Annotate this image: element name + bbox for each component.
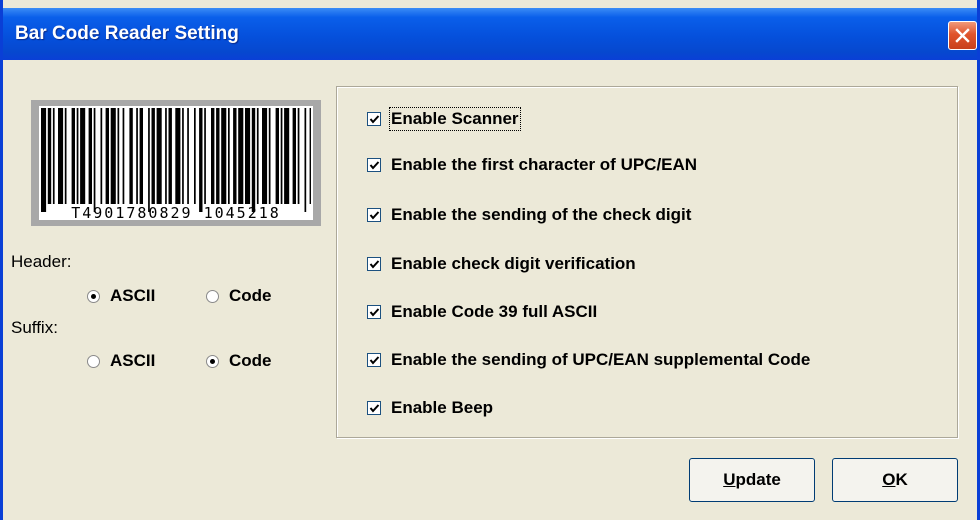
barcode-bar bbox=[245, 108, 251, 204]
header-code-radio[interactable]: Code bbox=[206, 285, 272, 307]
barcode-bar bbox=[309, 108, 311, 204]
radio-unselected-icon bbox=[206, 289, 219, 303]
suffix-label: Suffix: bbox=[11, 318, 58, 337]
window-title: Bar Code Reader Setting bbox=[15, 23, 239, 44]
checkbox-checked-icon bbox=[367, 305, 381, 319]
barcode-bar bbox=[228, 108, 230, 204]
barcode-bar bbox=[80, 108, 86, 204]
barcode-bar bbox=[194, 108, 196, 204]
options-group: Enable Scanner Enable the first characte… bbox=[336, 86, 958, 438]
close-icon bbox=[955, 28, 970, 43]
update-mnemonic: U bbox=[723, 470, 736, 489]
barcode-bar bbox=[88, 108, 92, 204]
radio-selected-icon bbox=[206, 354, 219, 368]
barcode-image: T4901780829 1045218 bbox=[31, 100, 321, 226]
enable-code39-full-ascii-label: Enable Code 39 full ASCII bbox=[391, 302, 598, 321]
title-bar[interactable]: Bar Code Reader Setting bbox=[3, 8, 977, 60]
checkbox-checked-icon bbox=[367, 401, 381, 415]
barcode-bar bbox=[304, 108, 307, 212]
checkbox-checked-icon bbox=[367, 112, 381, 126]
barcode-bar bbox=[47, 108, 52, 204]
barcode-bar bbox=[139, 108, 143, 204]
barcode-bar bbox=[136, 108, 138, 204]
barcode-bar bbox=[165, 108, 167, 204]
barcode-bar bbox=[268, 108, 271, 204]
update-label-rest: pdate bbox=[735, 470, 781, 489]
enable-check-digit-verification-label: Enable check digit verification bbox=[391, 254, 636, 273]
suffix-ascii-label: ASCII bbox=[110, 351, 156, 370]
enable-beep-checkbox[interactable]: Enable Beep bbox=[367, 396, 493, 420]
barcode-bar bbox=[76, 108, 79, 204]
enable-scanner-label: Enable Scanner bbox=[389, 107, 521, 131]
header-code-label: Code bbox=[229, 286, 272, 305]
barcode-bar bbox=[100, 108, 103, 204]
barcode-bar bbox=[221, 108, 227, 204]
barcode-number: T4901780829 1045218 bbox=[71, 204, 281, 222]
enable-supplemental-code-label: Enable the sending of UPC/EAN supplement… bbox=[391, 350, 811, 369]
checkbox-checked-icon bbox=[367, 158, 381, 172]
barcode-bar bbox=[64, 108, 67, 204]
barcode-bar bbox=[292, 108, 296, 204]
barcode-bar bbox=[297, 108, 300, 204]
enable-check-digit-verification-checkbox[interactable]: Enable check digit verification bbox=[367, 252, 636, 276]
barcode-bar bbox=[238, 108, 244, 204]
enable-first-char-upc-ean-checkbox[interactable]: Enable the first character of UPC/EAN bbox=[367, 153, 697, 177]
barcode-bar bbox=[71, 108, 75, 204]
barcode-bar bbox=[58, 108, 64, 204]
enable-code39-full-ascii-checkbox[interactable]: Enable Code 39 full ASCII bbox=[367, 300, 597, 324]
checkbox-checked-icon bbox=[367, 353, 381, 367]
update-button[interactable]: Update bbox=[689, 458, 815, 502]
header-ascii-radio[interactable]: ASCII bbox=[87, 285, 155, 307]
barcode-bar bbox=[211, 108, 215, 204]
barcode-bar bbox=[148, 108, 150, 212]
enable-sending-check-digit-checkbox[interactable]: Enable the sending of the check digit bbox=[367, 203, 691, 227]
radio-selected-icon bbox=[87, 289, 100, 303]
barcode-bar bbox=[199, 108, 203, 212]
barcode-bar bbox=[175, 108, 181, 204]
suffix-code-label: Code bbox=[229, 351, 272, 370]
barcode-bar bbox=[117, 108, 120, 204]
bar-code-reader-setting-dialog: Bar Code Reader Setting T4901780829 1045… bbox=[0, 0, 980, 520]
barcode-bar bbox=[262, 108, 268, 204]
radio-unselected-icon bbox=[87, 354, 100, 368]
barcode-bar bbox=[41, 108, 47, 212]
enable-scanner-checkbox[interactable]: Enable Scanner bbox=[367, 107, 521, 131]
barcode-bar bbox=[256, 108, 259, 204]
enable-sending-check-digit-label: Enable the sending of the check digit bbox=[391, 205, 692, 224]
barcode-bar bbox=[156, 108, 162, 204]
barcode-bar bbox=[284, 108, 290, 204]
barcode-bar bbox=[110, 108, 116, 204]
barcode-bar bbox=[216, 108, 220, 204]
barcode-bar bbox=[129, 108, 133, 204]
header-ascii-label: ASCII bbox=[110, 286, 156, 305]
barcode-bar bbox=[204, 108, 206, 204]
barcode-bar bbox=[233, 108, 237, 204]
barcode-bar bbox=[151, 108, 155, 204]
enable-first-char-upc-ean-label: Enable the first character of UPC/EAN bbox=[391, 155, 698, 174]
suffix-code-radio[interactable]: Code bbox=[206, 350, 272, 372]
ok-button[interactable]: OK bbox=[832, 458, 958, 502]
barcode-bar bbox=[93, 108, 96, 212]
barcode-bar bbox=[122, 108, 125, 204]
barcode-bar bbox=[105, 108, 109, 204]
barcode-bar bbox=[187, 108, 189, 204]
barcode-bar bbox=[182, 108, 184, 204]
close-button[interactable] bbox=[948, 21, 977, 50]
header-label: Header: bbox=[11, 252, 72, 271]
checkbox-checked-icon bbox=[367, 257, 381, 271]
enable-supplemental-code-checkbox[interactable]: Enable the sending of UPC/EAN supplement… bbox=[367, 348, 810, 372]
ok-mnemonic: O bbox=[882, 470, 896, 489]
ok-label-rest: K bbox=[895, 470, 908, 489]
barcode-bar bbox=[52, 108, 55, 204]
barcode-bar bbox=[275, 108, 279, 204]
barcode-bar bbox=[168, 108, 172, 204]
enable-beep-label: Enable Beep bbox=[391, 398, 494, 417]
barcode-bar bbox=[251, 108, 256, 212]
suffix-ascii-radio[interactable]: ASCII bbox=[87, 350, 155, 372]
barcode-bar bbox=[280, 108, 283, 204]
checkbox-checked-icon bbox=[367, 208, 381, 222]
